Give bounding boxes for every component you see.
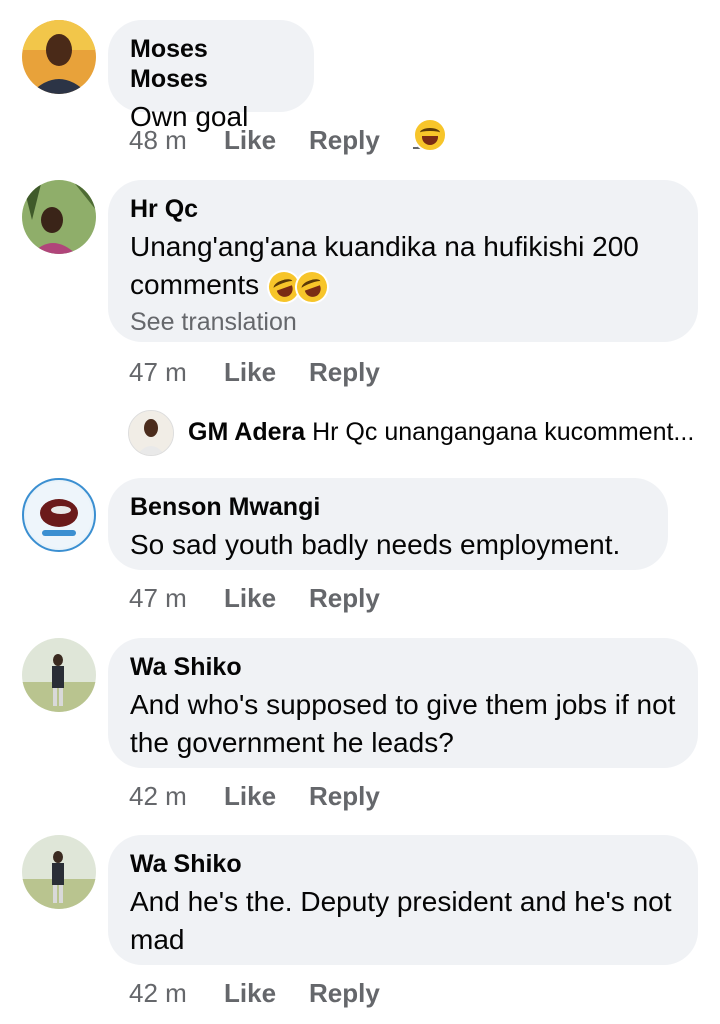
- avatar[interactable]: [22, 638, 96, 712]
- avatar[interactable]: [22, 835, 96, 909]
- reply-button[interactable]: Reply: [309, 580, 380, 616]
- reply-button[interactable]: Reply: [309, 122, 380, 158]
- avatar[interactable]: [128, 410, 174, 456]
- reply-button[interactable]: Reply: [309, 778, 380, 814]
- comment-text: So sad youth badly needs employment.: [130, 529, 621, 560]
- comment-time[interactable]: 42 m: [129, 975, 187, 1011]
- laugh-emoji-icon: [413, 118, 447, 152]
- comment-author[interactable]: Wa Shiko: [130, 652, 676, 682]
- reply-author[interactable]: GM Adera: [188, 418, 305, 446]
- comment-time[interactable]: 47 m: [129, 354, 187, 390]
- comment-actions: 48 m Like Reply 1: [129, 118, 529, 158]
- reply-snippet: Hr Qc unangangana kucomment...: [312, 418, 695, 446]
- comment-text: And who's supposed to give them jobs if …: [130, 689, 676, 758]
- reply-preview-text: GM Adera Hr Qc unangangana kucomment...: [188, 416, 694, 448]
- comment-actions: 42 m Like Reply: [129, 778, 529, 814]
- avatar[interactable]: [22, 180, 96, 254]
- comment-author[interactable]: Wa Shiko: [130, 849, 676, 879]
- comment-bubble: Benson Mwangi So sad youth badly needs e…: [108, 478, 668, 570]
- comment-actions: 47 m Like Reply: [129, 354, 529, 390]
- comment-bubble: Hr Qc Unang'ang'ana kuandika na hufikish…: [108, 180, 698, 342]
- comment-time[interactable]: 47 m: [129, 580, 187, 616]
- comment-actions: 47 m Like Reply: [129, 580, 529, 616]
- comment-text: Unang'ang'ana kuandika na hufikishi 200 …: [130, 228, 676, 309]
- see-translation-link[interactable]: See translation: [130, 306, 676, 338]
- avatar[interactable]: [22, 478, 96, 552]
- comment-author[interactable]: Benson Mwangi: [130, 492, 646, 522]
- comment-author[interactable]: Hr Qc: [130, 194, 676, 224]
- comment-bubble: Wa Shiko And who's supposed to give them…: [108, 638, 698, 768]
- like-button[interactable]: Like: [224, 975, 276, 1011]
- comment-bubble: Wa Shiko And he's the. Deputy president …: [108, 835, 698, 965]
- rolling-laughing-emoji-icon: [290, 264, 334, 309]
- like-button[interactable]: Like: [224, 778, 276, 814]
- comment-bubble: Moses Moses Own goal: [108, 20, 314, 132]
- reply-preview[interactable]: GM Adera Hr Qc unangangana kucomment...: [128, 410, 708, 456]
- comment-actions: 42 m Like Reply: [129, 975, 529, 1011]
- reply-button[interactable]: Reply: [309, 354, 380, 390]
- comment-author[interactable]: Moses Moses: [130, 34, 292, 94]
- comment-text: And he's the. Deputy president and he's …: [130, 886, 672, 955]
- comment-time[interactable]: 42 m: [129, 778, 187, 814]
- reply-button[interactable]: Reply: [309, 975, 380, 1011]
- avatar[interactable]: [22, 20, 96, 94]
- like-button[interactable]: Like: [224, 354, 276, 390]
- like-button[interactable]: Like: [224, 122, 276, 158]
- comment-text-content: Unang'ang'ana kuandika na hufikishi 200 …: [130, 231, 639, 300]
- comment-time[interactable]: 48 m: [129, 122, 187, 158]
- like-button[interactable]: Like: [224, 580, 276, 616]
